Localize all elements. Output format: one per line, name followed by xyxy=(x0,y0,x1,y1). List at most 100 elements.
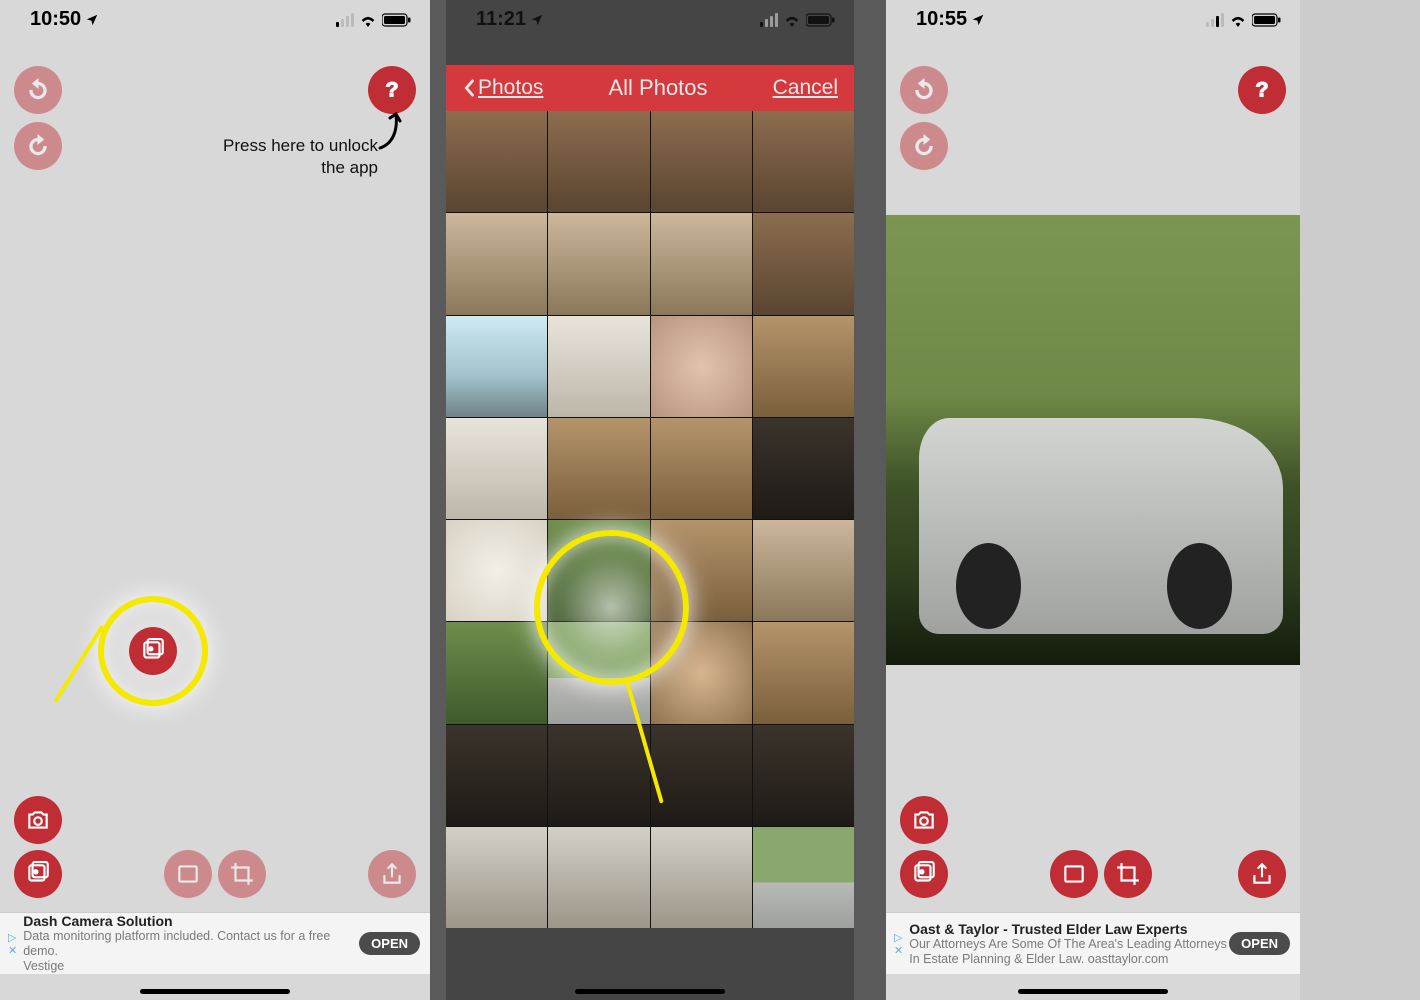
help-button[interactable]: ? xyxy=(1238,66,1286,114)
location-icon xyxy=(85,13,99,27)
ad-close-icon[interactable]: ✕ xyxy=(8,944,17,957)
photo-thumb[interactable] xyxy=(548,111,649,212)
photo-thumb[interactable] xyxy=(446,213,547,314)
screen-1-editor-empty: 10:50 ? Press here to unlock the app xyxy=(0,0,430,1000)
screen-2-photo-picker: 11:21 Photos All Photos Cancel xyxy=(430,0,870,1000)
highlight-circle xyxy=(98,596,208,706)
picker-navbar: Photos All Photos Cancel xyxy=(446,65,854,111)
photo-thumb[interactable] xyxy=(753,520,854,621)
ad-banner[interactable]: ▷ ✕ Dash Camera Solution Data monitoring… xyxy=(0,912,430,974)
location-icon xyxy=(971,13,985,27)
photo-thumb[interactable] xyxy=(548,520,649,621)
rotate-ccw-button[interactable] xyxy=(900,66,948,114)
battery-icon xyxy=(382,13,412,27)
home-indicator[interactable] xyxy=(140,989,290,994)
photo-thumb[interactable] xyxy=(446,520,547,621)
picker-title: All Photos xyxy=(608,75,707,101)
wifi-icon xyxy=(358,13,378,27)
camera-button[interactable] xyxy=(900,796,948,844)
photo-thumb[interactable] xyxy=(753,725,854,826)
svg-text:?: ? xyxy=(385,77,398,102)
photo-thumb[interactable] xyxy=(753,418,854,519)
photo-thumb[interactable] xyxy=(753,213,854,314)
photo-thumb[interactable] xyxy=(651,520,752,621)
frame-button[interactable] xyxy=(1050,850,1098,898)
adchoices-icon[interactable]: ▷ xyxy=(8,931,17,944)
status-time: 10:50 xyxy=(30,8,99,31)
cell-bars-icon xyxy=(1206,13,1224,27)
photo-thumb[interactable] xyxy=(446,111,547,212)
photo-thumb[interactable] xyxy=(446,827,547,928)
photo-thumb[interactable] xyxy=(446,725,547,826)
photo-thumb[interactable] xyxy=(651,316,752,417)
photo-thumb[interactable] xyxy=(548,213,649,314)
status-time-text: 11:21 xyxy=(476,8,526,31)
home-indicator[interactable] xyxy=(575,989,725,994)
photo-thumb[interactable] xyxy=(753,827,854,928)
status-icons xyxy=(336,13,412,27)
photo-thumb[interactable] xyxy=(651,622,752,723)
share-button[interactable] xyxy=(368,850,416,898)
gallery-button-enlarged[interactable] xyxy=(129,627,177,675)
gallery-button[interactable] xyxy=(14,850,62,898)
photo-thumb[interactable] xyxy=(548,725,649,826)
photo-thumb[interactable] xyxy=(446,622,547,723)
photo-thumb[interactable] xyxy=(651,111,752,212)
camera-button[interactable] xyxy=(14,796,62,844)
help-button[interactable]: ? xyxy=(368,66,416,114)
ad-open-button[interactable]: OPEN xyxy=(1229,932,1290,955)
photo-thumb[interactable] xyxy=(651,725,752,826)
photo-thumb[interactable] xyxy=(651,827,752,928)
photo-grid[interactable] xyxy=(446,111,854,928)
ad-title: Dash Camera Solution xyxy=(23,913,343,929)
rotate-cw-button[interactable] xyxy=(14,122,62,170)
hint-text: Press here to unlock the app xyxy=(168,135,378,179)
wifi-icon xyxy=(1228,13,1248,27)
back-label: Photos xyxy=(478,76,543,100)
share-button[interactable] xyxy=(1238,850,1286,898)
status-bar: 10:50 xyxy=(0,0,430,35)
battery-icon xyxy=(806,13,836,27)
status-bar: 10:55 xyxy=(886,0,1300,35)
photo-thumb[interactable] xyxy=(548,316,649,417)
photo-thumb[interactable] xyxy=(753,622,854,723)
frame-button[interactable] xyxy=(164,850,212,898)
hint-line1: Press here to unlock xyxy=(223,136,378,155)
photo-thumb[interactable] xyxy=(548,418,649,519)
ad-banner[interactable]: ▷ ✕ Oast & Taylor - Trusted Elder Law Ex… xyxy=(886,912,1300,974)
status-bar: 11:21 xyxy=(446,0,854,35)
status-time: 10:55 xyxy=(916,8,985,31)
crop-button[interactable] xyxy=(1104,850,1152,898)
hint-line2: the app xyxy=(321,158,378,177)
photo-thumb[interactable] xyxy=(753,316,854,417)
photo-thumb[interactable] xyxy=(753,111,854,212)
crop-button[interactable] xyxy=(218,850,266,898)
highlight-connector xyxy=(53,625,104,703)
photo-thumb[interactable] xyxy=(446,418,547,519)
car-shape xyxy=(919,418,1283,634)
loaded-image[interactable] xyxy=(886,215,1300,665)
rotate-ccw-button[interactable] xyxy=(14,66,62,114)
back-button[interactable]: Photos xyxy=(462,76,543,100)
screen-3-editor-loaded: 10:55 ? xyxy=(870,0,1300,1000)
cell-bars-icon xyxy=(336,13,354,27)
status-time-text: 10:55 xyxy=(916,8,967,31)
ad-close-icon[interactable]: ✕ xyxy=(894,944,903,957)
photo-thumb[interactable] xyxy=(651,213,752,314)
ad-open-button[interactable]: OPEN xyxy=(359,932,420,955)
ad-title: Oast & Taylor - Trusted Elder Law Expert… xyxy=(909,921,1229,937)
ad-badge: ▷ ✕ xyxy=(8,931,17,957)
status-icons xyxy=(760,13,836,27)
adchoices-icon[interactable]: ▷ xyxy=(894,931,903,944)
cell-bars-icon xyxy=(760,13,778,27)
ad-source: Vestige xyxy=(23,959,64,973)
rotate-cw-button[interactable] xyxy=(900,122,948,170)
photo-thumb[interactable] xyxy=(651,418,752,519)
ad-badge: ▷ ✕ xyxy=(894,931,903,957)
cancel-button[interactable]: Cancel xyxy=(773,76,838,100)
gallery-button[interactable] xyxy=(900,850,948,898)
home-indicator[interactable] xyxy=(1018,989,1168,994)
status-time-text: 10:50 xyxy=(30,8,81,31)
photo-thumb[interactable] xyxy=(548,827,649,928)
photo-thumb[interactable] xyxy=(446,316,547,417)
